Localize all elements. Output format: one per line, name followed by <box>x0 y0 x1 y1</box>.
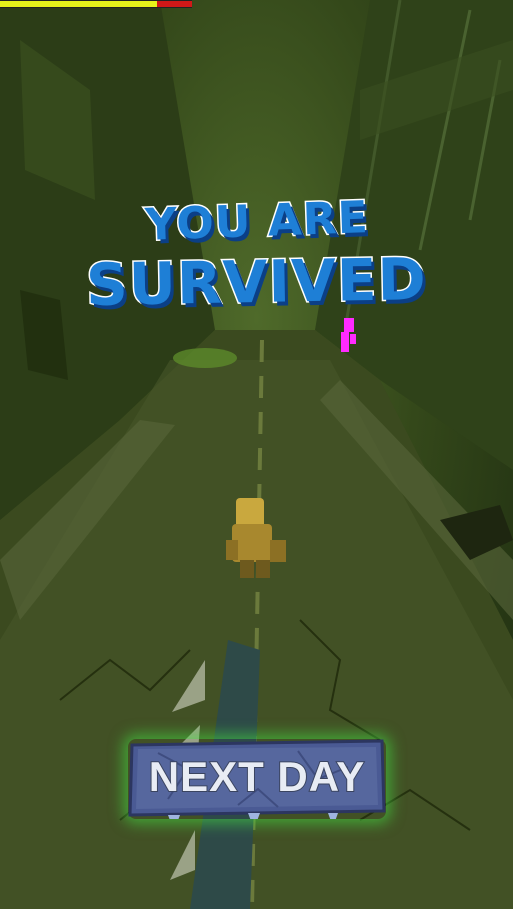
game-screen: YOU ARE SURVIVED NEXT DAY <box>0 0 513 909</box>
player-health-bar <box>0 0 192 8</box>
toxic-puddle <box>173 348 237 368</box>
title-you-are: YOU ARE <box>142 191 370 253</box>
health-bar-fill <box>0 1 158 7</box>
result-title-line2: SURVIVED <box>0 244 513 321</box>
result-title-line1: YOU ARE <box>0 191 513 253</box>
next-day-button[interactable]: NEXT DAY <box>128 739 386 819</box>
next-day-label: NEXT DAY <box>148 752 366 801</box>
health-bar-lost <box>157 1 192 7</box>
title-survived: SURVIVED <box>84 244 429 321</box>
